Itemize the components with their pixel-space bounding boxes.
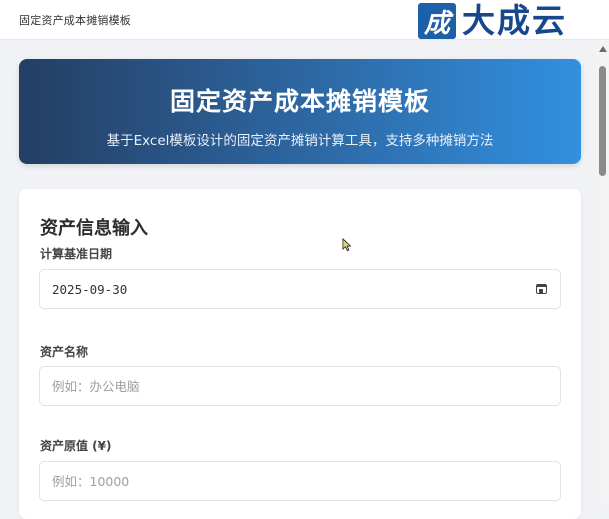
- vertical-scrollbar[interactable]: [597, 40, 609, 504]
- original-value-label: 资产原值 (¥): [40, 439, 112, 453]
- page-subtitle: 基于Excel模板设计的固定资产摊销计算工具，支持多种摊销方法: [106, 133, 494, 149]
- asset-name-label: 资产名称: [40, 345, 89, 359]
- page-title: 固定资产成本摊销模板: [169, 87, 430, 116]
- top-bar: 固定资产成本摊销模板 成 大成云: [0, 0, 609, 40]
- base-date-input[interactable]: [39, 269, 561, 309]
- calendar-icon[interactable]: [536, 284, 547, 294]
- logo-mark-icon: 成: [418, 3, 456, 39]
- window-title: 固定资产成本摊销模板: [19, 14, 131, 27]
- scroll-up-arrow-icon[interactable]: [599, 46, 607, 52]
- brand-logo: 成 大成云: [418, 2, 567, 40]
- section-title: 资产信息输入: [40, 218, 148, 239]
- asset-name-input[interactable]: [39, 366, 561, 406]
- base-date-label: 计算基准日期: [40, 247, 113, 261]
- asset-info-card: 资产信息输入 计算基准日期 资产名称 资产原值 (¥): [19, 189, 581, 519]
- logo-text: 大成云: [462, 1, 567, 40]
- hero-banner: 固定资产成本摊销模板 基于Excel模板设计的固定资产摊销计算工具，支持多种摊销…: [19, 59, 581, 164]
- original-value-input[interactable]: [39, 461, 561, 501]
- scroll-thumb[interactable]: [599, 66, 606, 176]
